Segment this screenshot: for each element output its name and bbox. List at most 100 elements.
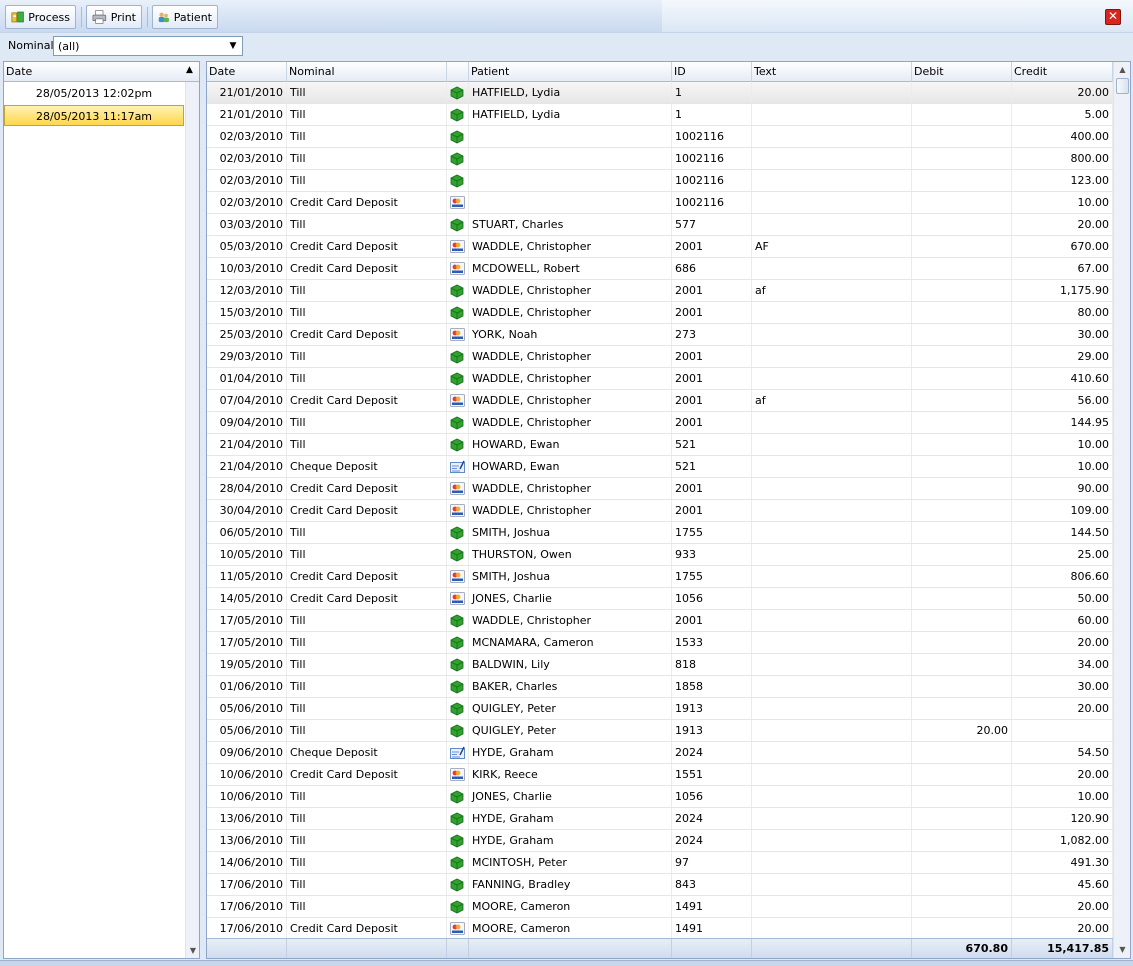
cell-debit <box>912 786 1012 807</box>
table-row[interactable]: 02/03/2010 Till 1002116 123.00 <box>207 170 1113 192</box>
cell-credit: 10.00 <box>1012 192 1113 213</box>
table-row[interactable]: 10/03/2010 Credit Card Deposit MCDOWELL, R… <box>207 258 1113 280</box>
grid-rows: 21/01/2010 Till HATFIELD, Lydia 1 20.00 21/01… <box>207 82 1113 938</box>
table-row[interactable]: 02/03/2010 Till 1002116 400.00 <box>207 126 1113 148</box>
cell-id: 2001 <box>672 280 752 301</box>
cell-nominal: Credit Card Deposit <box>287 918 447 938</box>
credit-card-icon <box>447 390 469 411</box>
cell-id: 2001 <box>672 236 752 257</box>
table-row[interactable]: 21/04/2010 Till HOWARD, Ewan 521 10.00 <box>207 434 1113 456</box>
table-row[interactable]: 05/06/2010 Till QUIGLEY, Peter 1913 20.00 <box>207 720 1113 742</box>
table-row[interactable]: 29/03/2010 Till WADDLE, Christopher 2001 29.… <box>207 346 1113 368</box>
till-icon <box>447 632 469 653</box>
cell-patient <box>469 148 672 169</box>
table-row[interactable]: 21/04/2010 Cheque Deposit HOWARD, Ewan 521 1… <box>207 456 1113 478</box>
process-button[interactable]: Process <box>5 5 76 29</box>
table-row[interactable]: 03/03/2010 Till STUART, Charles 577 20.00 <box>207 214 1113 236</box>
cell-text <box>752 104 912 125</box>
table-row[interactable]: 02/03/2010 Credit Card Deposit 1002116 10.0… <box>207 192 1113 214</box>
cell-date: 15/03/2010 <box>207 302 287 323</box>
cell-debit <box>912 588 1012 609</box>
cell-nominal: Credit Card Deposit <box>287 566 447 587</box>
scroll-down-arrow-icon[interactable]: ▼ <box>186 944 200 958</box>
table-row[interactable]: 11/05/2010 Credit Card Deposit SMITH, Josh… <box>207 566 1113 588</box>
till-icon <box>447 126 469 147</box>
credit-card-icon <box>447 588 469 609</box>
cell-date: 02/03/2010 <box>207 192 287 213</box>
cell-date: 05/06/2010 <box>207 698 287 719</box>
table-row[interactable]: 21/01/2010 Till HATFIELD, Lydia 1 20.00 <box>207 82 1113 104</box>
table-row[interactable]: 17/06/2010 Till FANNING, Bradley 843 45.60 <box>207 874 1113 896</box>
cell-credit: 491.30 <box>1012 852 1113 873</box>
table-row[interactable]: 17/05/2010 Till MCNAMARA, Cameron 1533 20.00 <box>207 632 1113 654</box>
cell-debit <box>912 918 1012 938</box>
session-date-label: 28/05/2013 11:17am <box>35 110 153 123</box>
cell-patient: WADDLE, Christopher <box>469 368 672 389</box>
table-row[interactable]: 17/06/2010 Till MOORE, Cameron 1491 20.00 <box>207 896 1113 918</box>
column-header-icon[interactable] <box>447 62 469 82</box>
session-date-item-selected[interactable]: 28/05/2013 11:17am <box>4 105 184 126</box>
table-row[interactable]: 13/06/2010 Till HYDE, Graham 2024 1,082.00 <box>207 830 1113 852</box>
cell-credit: 109.00 <box>1012 500 1113 521</box>
table-row[interactable]: 09/06/2010 Cheque Deposit HYDE, Graham 2024… <box>207 742 1113 764</box>
table-row[interactable]: 07/04/2010 Credit Card Deposit WADDLE, Chr… <box>207 390 1113 412</box>
table-row[interactable]: 14/05/2010 Credit Card Deposit JONES, Char… <box>207 588 1113 610</box>
table-row[interactable]: 05/06/2010 Till QUIGLEY, Peter 1913 20.00 <box>207 698 1113 720</box>
column-header-credit[interactable]: Credit <box>1012 62 1113 82</box>
table-row[interactable]: 12/03/2010 Till WADDLE, Christopher 2001 af 1… <box>207 280 1113 302</box>
column-header-patient[interactable]: Patient <box>469 62 672 82</box>
cell-patient <box>469 192 672 213</box>
nominal-select[interactable]: (all) ▼ <box>53 36 243 56</box>
table-row[interactable]: 02/03/2010 Till 1002116 800.00 <box>207 148 1113 170</box>
print-button[interactable]: Print <box>86 5 142 29</box>
table-row[interactable]: 10/06/2010 Credit Card Deposit KIRK, Reece… <box>207 764 1113 786</box>
table-row[interactable]: 14/06/2010 Till MCINTOSH, Peter 97 491.30 <box>207 852 1113 874</box>
cell-credit: 144.95 <box>1012 412 1113 433</box>
cell-text <box>752 126 912 147</box>
chevron-down-icon[interactable]: ▼ <box>226 39 240 53</box>
scroll-down-arrow-icon[interactable]: ▼ <box>1115 943 1130 957</box>
table-row[interactable]: 21/01/2010 Till HATFIELD, Lydia 1 5.00 <box>207 104 1113 126</box>
cell-patient: BALDWIN, Lily <box>469 654 672 675</box>
table-row[interactable]: 01/06/2010 Till BAKER, Charles 1858 30.00 <box>207 676 1113 698</box>
table-row[interactable]: 15/03/2010 Till WADDLE, Christopher 2001 80.… <box>207 302 1113 324</box>
table-row[interactable]: 10/05/2010 Till THURSTON, Owen 933 25.00 <box>207 544 1113 566</box>
till-icon <box>447 874 469 895</box>
session-date-item[interactable]: 28/05/2013 12:02pm <box>4 83 184 104</box>
patient-button[interactable]: Patient <box>152 5 218 29</box>
table-row[interactable]: 30/04/2010 Credit Card Deposit WADDLE, Chr… <box>207 500 1113 522</box>
table-row[interactable]: 25/03/2010 Credit Card Deposit YORK, Noah 2… <box>207 324 1113 346</box>
grid-vertical-scrollbar[interactable]: ▲ ▼ <box>1113 62 1130 958</box>
cell-text <box>752 302 912 323</box>
table-row[interactable]: 17/05/2010 Till WADDLE, Christopher 2001 60.… <box>207 610 1113 632</box>
table-row[interactable]: 05/03/2010 Credit Card Deposit WADDLE, Chr… <box>207 236 1113 258</box>
close-button[interactable]: ✕ <box>1105 9 1121 25</box>
total-credit: 15,417.85 <box>1012 939 1113 958</box>
left-vertical-scrollbar[interactable]: ▼ <box>185 82 199 958</box>
till-icon <box>447 434 469 455</box>
column-header-id[interactable]: ID <box>672 62 752 82</box>
column-header-nominal[interactable]: Nominal <box>287 62 447 82</box>
column-header-debit[interactable]: Debit <box>912 62 1012 82</box>
column-header-text[interactable]: Text <box>752 62 912 82</box>
table-row[interactable]: 19/05/2010 Till BALDWIN, Lily 818 34.00 <box>207 654 1113 676</box>
table-row[interactable]: 17/06/2010 Credit Card Deposit MOORE, Came… <box>207 918 1113 938</box>
table-row[interactable]: 10/06/2010 Till JONES, Charlie 1056 10.00 <box>207 786 1113 808</box>
table-row[interactable]: 01/04/2010 Till WADDLE, Christopher 2001 410… <box>207 368 1113 390</box>
table-row[interactable]: 13/06/2010 Till HYDE, Graham 2024 120.90 <box>207 808 1113 830</box>
table-row[interactable]: 09/04/2010 Till WADDLE, Christopher 2001 144… <box>207 412 1113 434</box>
cell-credit: 30.00 <box>1012 324 1113 345</box>
patient-label: Patient <box>173 10 212 24</box>
scroll-up-arrow-icon[interactable]: ▲ <box>186 65 193 75</box>
table-row[interactable]: 06/05/2010 Till SMITH, Joshua 1755 144.50 <box>207 522 1113 544</box>
session-date-header[interactable]: Date ▲ <box>4 62 199 82</box>
cell-debit <box>912 478 1012 499</box>
grid-scroll-thumb[interactable] <box>1116 78 1129 94</box>
cell-debit <box>912 346 1012 367</box>
nominal-filter-bar: Nominal: (all) ▼ <box>0 33 1133 59</box>
cell-patient: MCINTOSH, Peter <box>469 852 672 873</box>
scroll-up-arrow-icon[interactable]: ▲ <box>1115 63 1130 77</box>
cell-date: 07/04/2010 <box>207 390 287 411</box>
table-row[interactable]: 28/04/2010 Credit Card Deposit WADDLE, Chr… <box>207 478 1113 500</box>
column-header-date[interactable]: Date <box>207 62 287 82</box>
